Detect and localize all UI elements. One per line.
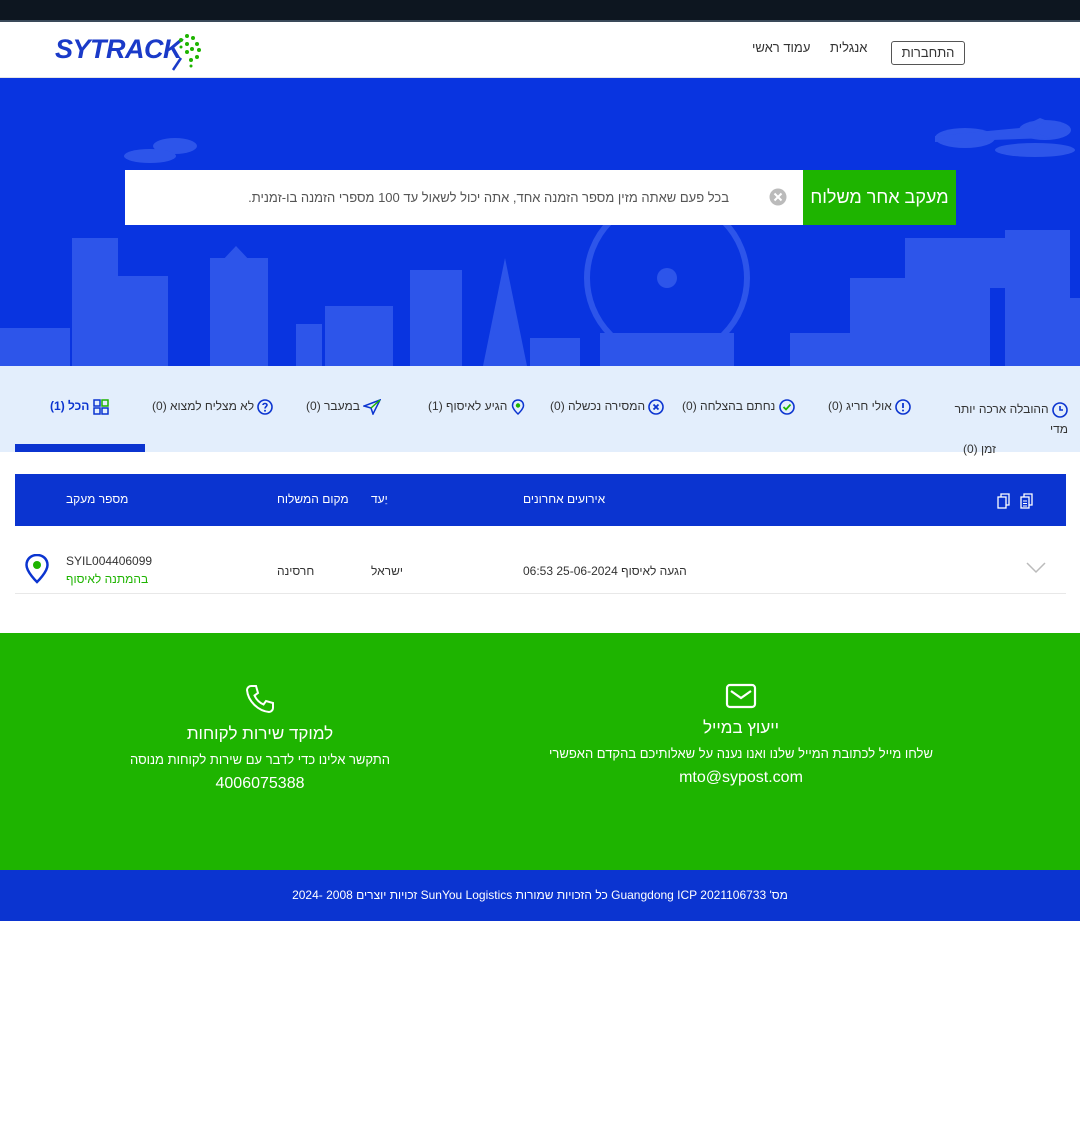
- tab-arrived-pickup[interactable]: הגיע לאיסוף (1): [428, 399, 525, 415]
- copyright-text: מס' Guangdong ICP 2021106733 כל הזכויות …: [292, 888, 788, 902]
- sytrack-logo[interactable]: SYTRACK: [55, 30, 210, 74]
- email-address[interactable]: mto@sypost.com: [541, 769, 941, 787]
- tab-not-found[interactable]: לא מצליח למצוא (0): [152, 399, 274, 415]
- location-pin-icon: [511, 399, 524, 415]
- send-arrow-icon: [363, 399, 382, 415]
- track-shipment-button[interactable]: מעקב אחר משלוח: [803, 170, 956, 225]
- contact-section: ייעוץ במייל שלחו מייל לכתובת המייל שלנו …: [0, 633, 1080, 870]
- header-latest-events: אירועים אחרונים: [523, 492, 606, 506]
- tab-label-count: זמן (0): [962, 442, 996, 456]
- copy-all-icon[interactable]: [1020, 493, 1034, 509]
- tab-in-transit[interactable]: במעבר (0): [306, 399, 382, 415]
- tab-label: הכל (1): [50, 399, 90, 414]
- tab-too-long[interactable]: ההובלה ארכה יותר מדי זמן (0): [936, 399, 1068, 459]
- hero-banner: מעקב אחר משלוח: [0, 78, 1080, 366]
- tab-label: במעבר (0): [306, 399, 360, 414]
- table-row[interactable]: SYIL004406099 בהמתנה לאיסוף חרסינה ישראל…: [15, 526, 1066, 594]
- origin-value: חרסינה: [277, 564, 315, 578]
- table-header: מספר מעקב מקום המשלוח יַעד אירועים אחרונ…: [15, 474, 1066, 526]
- clear-input-icon[interactable]: [769, 188, 787, 206]
- status-text: בהמתנה לאיסוף: [66, 572, 149, 586]
- check-circle-icon: [778, 399, 795, 415]
- tab-all[interactable]: הכל (1): [50, 399, 109, 415]
- status-bar: [0, 0, 1080, 22]
- tab-maybe-exception[interactable]: אולי חריג (0): [828, 399, 911, 415]
- question-icon: [257, 399, 274, 415]
- logo-text: SYTRACK: [55, 34, 183, 64]
- tab-label: נחתם בהצלחה (0): [682, 399, 776, 414]
- location-pin-icon: [25, 554, 49, 584]
- tab-label: לא מצליח למצוא (0): [152, 399, 255, 414]
- site-footer: מס' Guangdong ICP 2021106733 כל הזכויות …: [0, 870, 1080, 921]
- tracking-number-input[interactable]: [125, 170, 765, 225]
- destination-value: ישראל: [371, 564, 403, 578]
- phone-title: למוקד שירות לקוחות: [186, 724, 334, 743]
- phone-icon: [245, 685, 274, 714]
- latest-event-value: הגעה לאיסוף 25-06-2024 06:53: [523, 564, 687, 578]
- clock-icon: [1052, 402, 1068, 418]
- email-consult-block: ייעוץ במייל שלחו מייל לכתובת המייל שלנו …: [541, 683, 941, 787]
- x-circle-icon: [648, 399, 665, 415]
- copy-icon[interactable]: [997, 493, 1011, 509]
- exclamation-icon: [895, 399, 911, 415]
- active-tab-indicator: [15, 444, 145, 452]
- header-tracking-number: מספר מעקב: [66, 492, 129, 506]
- tab-label: המסירה נכשלה (0): [550, 399, 646, 414]
- tracking-number[interactable]: SYIL004406099: [66, 554, 152, 568]
- tracking-table: מספר מעקב מקום המשלוח יַעד אירועים אחרונ…: [15, 474, 1066, 594]
- nav-english-link[interactable]: אנגלית: [830, 40, 867, 55]
- tab-delivered[interactable]: נחתם בהצלחה (0): [682, 399, 795, 415]
- phone-description: התקשר אלינו כדי לדבר עם שירות לקוחות מנו…: [129, 752, 391, 767]
- header-destination: יַעד: [371, 492, 388, 506]
- tab-label: אולי חריג (0): [828, 399, 892, 414]
- envelope-icon: [725, 683, 757, 709]
- chevron-down-icon[interactable]: [1026, 562, 1046, 574]
- phone-support-block: למוקד שירות לקוחות התקשר אלינו כדי לדבר …: [60, 683, 460, 793]
- tab-delivery-failed[interactable]: המסירה נכשלה (0): [550, 399, 665, 415]
- tab-label: הגיע לאיסוף (1): [428, 399, 508, 414]
- nav-home-link[interactable]: עמוד ראשי: [752, 40, 810, 55]
- site-header: SYTRACK עמוד ראשי אנגלית התחברות: [0, 22, 1080, 78]
- header-origin: מקום המשלוח: [277, 492, 349, 506]
- login-button[interactable]: התחברות: [891, 41, 965, 65]
- logo-dots-icon: [171, 34, 201, 71]
- search-box: [125, 170, 803, 225]
- phone-number[interactable]: 4006075388: [60, 775, 460, 793]
- status-tabs: ההובלה ארכה יותר מדי זמן (0) אולי חריג (…: [0, 366, 1080, 456]
- email-title: ייעוץ במייל: [702, 718, 780, 737]
- tab-label: ההובלה ארכה יותר מדי: [954, 402, 1068, 436]
- email-description: שלחו מייל לכתובת המייל שלנו ואנו נענה על…: [549, 746, 933, 761]
- grid-icon: [92, 399, 109, 415]
